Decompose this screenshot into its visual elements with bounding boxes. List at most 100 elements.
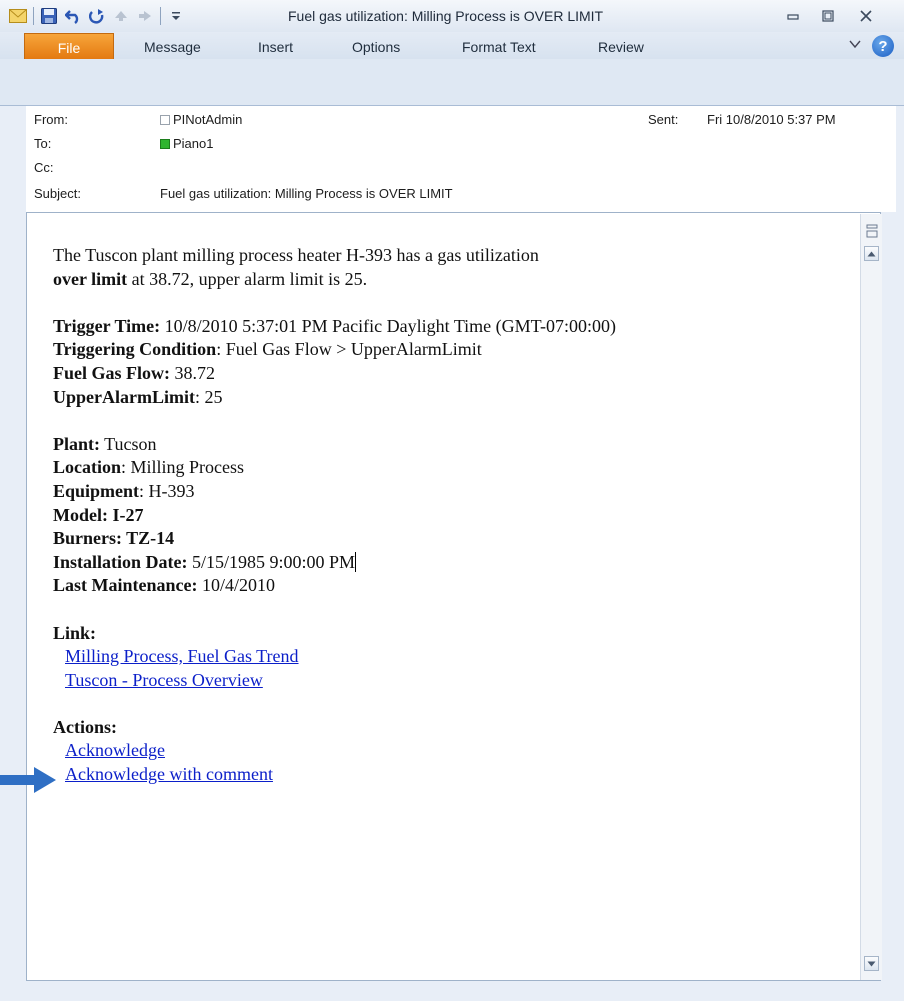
vertical-scrollbar[interactable]: [860, 214, 882, 980]
equipment-value: : H-393: [139, 480, 195, 501]
burners-line: Burners: TZ-14: [53, 527, 853, 551]
burners-value: TZ-14: [122, 528, 175, 549]
save-icon[interactable]: [39, 6, 59, 26]
redo-icon[interactable]: [87, 6, 107, 26]
plant-line: Plant: Tucson: [53, 433, 853, 457]
model-value: I-27: [107, 504, 144, 525]
last-maintenance-value: 10/4/2010: [197, 575, 275, 596]
tab-insert[interactable]: Insert: [258, 39, 293, 55]
link-row: Milling Process, Fuel Gas Trend: [53, 645, 853, 669]
message-header: From: PINotAdmin Sent: Fri 10/8/2010 5:3…: [26, 106, 896, 212]
triggering-condition-value: : Fuel Gas Flow > UpperAlarmLimit: [216, 339, 482, 360]
from-label: From:: [34, 112, 68, 127]
tab-options[interactable]: Options: [352, 39, 400, 55]
split-view-icon[interactable]: [864, 222, 879, 240]
mail-icon[interactable]: [8, 6, 28, 26]
model-label: Model:: [53, 504, 108, 525]
toolbar-separator: [33, 7, 34, 25]
upper-alarm-limit-label: UpperAlarmLimit: [53, 386, 195, 407]
actions-heading-text: Actions:: [53, 716, 117, 737]
link-acknowledge[interactable]: Acknowledge: [65, 740, 165, 760]
installation-date-value: 5/15/1985 9:00:00 PM: [187, 551, 356, 572]
intro-line-2-rest: at 38.72, upper alarm limit is 25.: [127, 268, 368, 289]
pointer-arrow-icon: [0, 767, 56, 793]
ribbon-band: [0, 59, 904, 106]
over-limit-text: over limit: [53, 268, 128, 289]
down-arrow-icon[interactable]: [135, 6, 155, 26]
intro-line-2: over limit at 38.72, upper alarm limit i…: [53, 268, 853, 292]
minimize-ribbon-icon[interactable]: [848, 38, 862, 53]
outlook-message-window: Fuel gas utilization: Milling Process is…: [0, 0, 904, 1001]
last-maintenance-label: Last Maintenance:: [53, 575, 198, 596]
tab-review[interactable]: Review: [598, 39, 644, 55]
tab-file[interactable]: File: [24, 33, 114, 61]
cc-label: Cc:: [34, 160, 54, 175]
plant-label: Plant:: [53, 433, 100, 454]
presence-offline-icon: [160, 115, 170, 125]
location-label: Location: [53, 457, 122, 478]
sent-value: Fri 10/8/2010 5:37 PM: [707, 112, 836, 127]
customize-icon[interactable]: [166, 6, 186, 26]
triggering-condition-line: Triggering Condition: Fuel Gas Flow > Up…: [53, 338, 853, 362]
quick-access-toolbar: [8, 5, 190, 27]
to-label: To:: [34, 136, 52, 151]
model-line: Model: I-27: [53, 504, 853, 528]
equipment-label: Equipment: [53, 480, 140, 501]
fuel-gas-flow-label: Fuel Gas Flow:: [53, 362, 170, 383]
upper-alarm-limit-line: UpperAlarmLimit: 25: [53, 386, 853, 410]
upper-alarm-limit-value: : 25: [194, 386, 223, 407]
trigger-time-line: Trigger Time: 10/8/2010 5:37:01 PM Pacif…: [53, 315, 853, 339]
window-title: Fuel gas utilization: Milling Process is…: [288, 8, 604, 24]
toolbar-separator: [160, 7, 161, 25]
trigger-time-value: 10/8/2010 5:37:01 PM Pacific Daylight Ti…: [160, 315, 617, 336]
scroll-up-button[interactable]: [864, 246, 879, 261]
message-body[interactable]: The Tuscon plant milling process heater …: [53, 244, 853, 787]
last-maintenance-line: Last Maintenance: 10/4/2010: [53, 574, 853, 598]
action-row: Acknowledge with comment: [53, 763, 853, 787]
close-button[interactable]: [853, 6, 879, 26]
actions-heading: Actions:: [53, 716, 853, 740]
triggering-condition-label: Triggering Condition: [53, 339, 217, 360]
text-cursor: [355, 551, 357, 572]
scroll-down-button[interactable]: [864, 956, 879, 971]
fuel-gas-flow-line: Fuel Gas Flow: 38.72: [53, 362, 853, 386]
to-name: Piano1: [173, 136, 214, 151]
undo-icon[interactable]: [63, 6, 83, 26]
link-milling-process-fuel-gas-trend[interactable]: Milling Process, Fuel Gas Trend: [65, 646, 299, 666]
burners-label: Burners:: [53, 528, 122, 549]
ribbon-tabs: File Message Insert Options Format Text …: [0, 32, 904, 61]
maximize-button[interactable]: [815, 6, 841, 26]
up-arrow-icon[interactable]: [111, 6, 131, 26]
tab-format-text[interactable]: Format Text: [462, 39, 536, 55]
link-acknowledge-with-comment[interactable]: Acknowledge with comment: [65, 764, 273, 784]
link-row: Tuscon - Process Overview: [53, 669, 853, 693]
sent-label: Sent:: [648, 112, 679, 127]
tab-message[interactable]: Message: [144, 39, 201, 55]
help-icon[interactable]: ?: [872, 35, 894, 57]
to-value[interactable]: Piano1: [160, 136, 213, 151]
link-tuscon-process-overview[interactable]: Tuscon - Process Overview: [65, 670, 263, 690]
minimize-button[interactable]: [780, 6, 806, 26]
plant-value: Tucson: [100, 433, 157, 454]
trigger-time-label: Trigger Time:: [53, 315, 161, 336]
intro-line-1: The Tuscon plant milling process heater …: [53, 245, 539, 265]
subject-value: Fuel gas utilization: Milling Process is…: [160, 186, 453, 201]
from-name: PINotAdmin: [173, 112, 243, 127]
location-line: Location: Milling Process: [53, 456, 853, 480]
equipment-line: Equipment: H-393: [53, 480, 853, 504]
installation-date-line: Installation Date: 5/15/1985 9:00:00 PM: [53, 551, 853, 575]
link-heading: Link:: [53, 622, 853, 646]
action-row: Acknowledge: [53, 739, 853, 763]
link-heading-text: Link:: [53, 622, 97, 643]
presence-online-icon: [160, 139, 170, 149]
subject-label: Subject:: [34, 186, 81, 201]
title-bar: Fuel gas utilization: Milling Process is…: [0, 0, 904, 32]
location-value: : Milling Process: [121, 457, 245, 478]
fuel-gas-flow-value: 38.72: [170, 362, 216, 383]
from-value[interactable]: PINotAdmin: [160, 112, 242, 127]
installation-date-label: Installation Date:: [53, 551, 188, 572]
